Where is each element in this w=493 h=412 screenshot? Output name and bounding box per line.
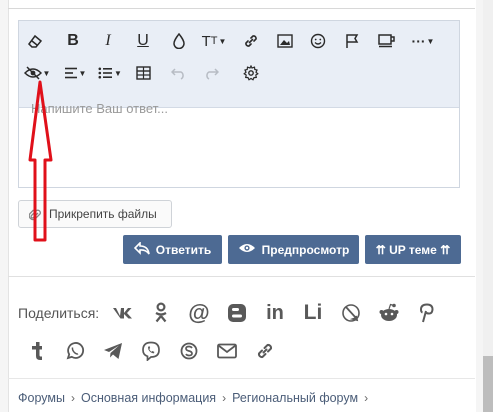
spoiler-icon[interactable]: ▼ <box>23 61 51 85</box>
liveinternet-icon[interactable]: Li <box>300 300 326 326</box>
editor-toolbar: B I U T T ▼ ··· ▼ ▼ ▼ ▼ <box>19 21 459 108</box>
preview-button[interactable]: Предпросмотр <box>228 235 359 264</box>
linkedin-icon[interactable]: in <box>262 300 288 326</box>
mail-ru-icon[interactable]: @ <box>186 300 212 326</box>
underline-icon[interactable]: U <box>131 29 155 53</box>
liveinternet-label: Li <box>303 301 323 324</box>
chevron-right-icon: › <box>222 391 227 405</box>
viber-icon[interactable] <box>138 338 164 364</box>
reply-label: Ответить <box>155 242 212 257</box>
eye-icon <box>238 242 256 257</box>
breadcrumb-main-info[interactable]: Основная информация <box>81 391 216 405</box>
copy-link-icon[interactable] <box>252 338 278 364</box>
panel-divider <box>8 8 475 9</box>
paperclip-icon <box>28 208 41 225</box>
chevron-right-icon: › <box>70 391 75 405</box>
attach-files-label: Прикрепить файлы <box>49 207 157 221</box>
link-icon[interactable] <box>239 29 263 53</box>
page-scrollbar[interactable] <box>483 0 493 412</box>
share-label: Поделиться: <box>18 305 100 321</box>
reply-icon <box>133 240 150 258</box>
text-size-icon[interactable]: T T ▼ <box>199 29 229 53</box>
list-icon[interactable]: ▼ <box>95 61 125 85</box>
flag-icon[interactable] <box>340 29 364 53</box>
insert-icon[interactable] <box>375 29 399 53</box>
vk-icon[interactable] <box>110 300 136 326</box>
chevron-right-icon: › <box>364 391 369 405</box>
up-topic-label: ⇈ UP теме ⇈ <box>375 242 451 257</box>
italic-icon[interactable]: I <box>96 29 120 53</box>
settings-icon[interactable] <box>239 61 263 85</box>
bold-icon[interactable]: B <box>61 29 85 53</box>
scrollbar-thumb[interactable] <box>483 356 493 412</box>
editor-placeholder: Напишите Ваш ответ... <box>31 101 169 116</box>
color-icon[interactable] <box>167 29 191 53</box>
more-icon[interactable]: ··· ▼ <box>409 29 437 53</box>
align-icon[interactable]: ▼ <box>61 61 89 85</box>
blogger-icon[interactable] <box>224 300 250 326</box>
up-topic-button[interactable]: ⇈ UP теме ⇈ <box>365 235 461 264</box>
livejournal-icon[interactable] <box>338 300 364 326</box>
section-divider <box>8 276 475 277</box>
footer-divider <box>8 378 475 379</box>
redo-icon[interactable] <box>199 61 223 85</box>
email-icon[interactable] <box>214 338 240 364</box>
preview-label: Предпросмотр <box>261 242 350 257</box>
smilie-icon[interactable] <box>306 29 330 53</box>
pinterest-icon[interactable] <box>414 300 440 326</box>
message-editor[interactable]: B I U T T ▼ ··· ▼ ▼ ▼ ▼ Напишите Ваш отв… <box>18 20 460 188</box>
reply-button[interactable]: Ответить <box>123 235 222 264</box>
whatsapp-icon[interactable] <box>62 338 88 364</box>
attach-files-button[interactable]: Прикрепить файлы <box>18 200 172 228</box>
breadcrumb: Форумы › Основная информация › Региональ… <box>18 391 368 405</box>
breadcrumb-regional-forum[interactable]: Региональный форум <box>232 391 358 405</box>
odnoklassniki-icon[interactable] <box>148 300 174 326</box>
breadcrumb-forums[interactable]: Форумы <box>18 391 65 405</box>
telegram-icon[interactable] <box>100 338 126 364</box>
tumblr-icon[interactable] <box>24 338 50 364</box>
table-icon[interactable] <box>131 61 155 85</box>
eraser-icon[interactable] <box>23 29 47 53</box>
reddit-icon[interactable] <box>376 300 402 326</box>
image-icon[interactable] <box>273 29 297 53</box>
undo-icon[interactable] <box>167 61 191 85</box>
skype-icon[interactable] <box>176 338 202 364</box>
